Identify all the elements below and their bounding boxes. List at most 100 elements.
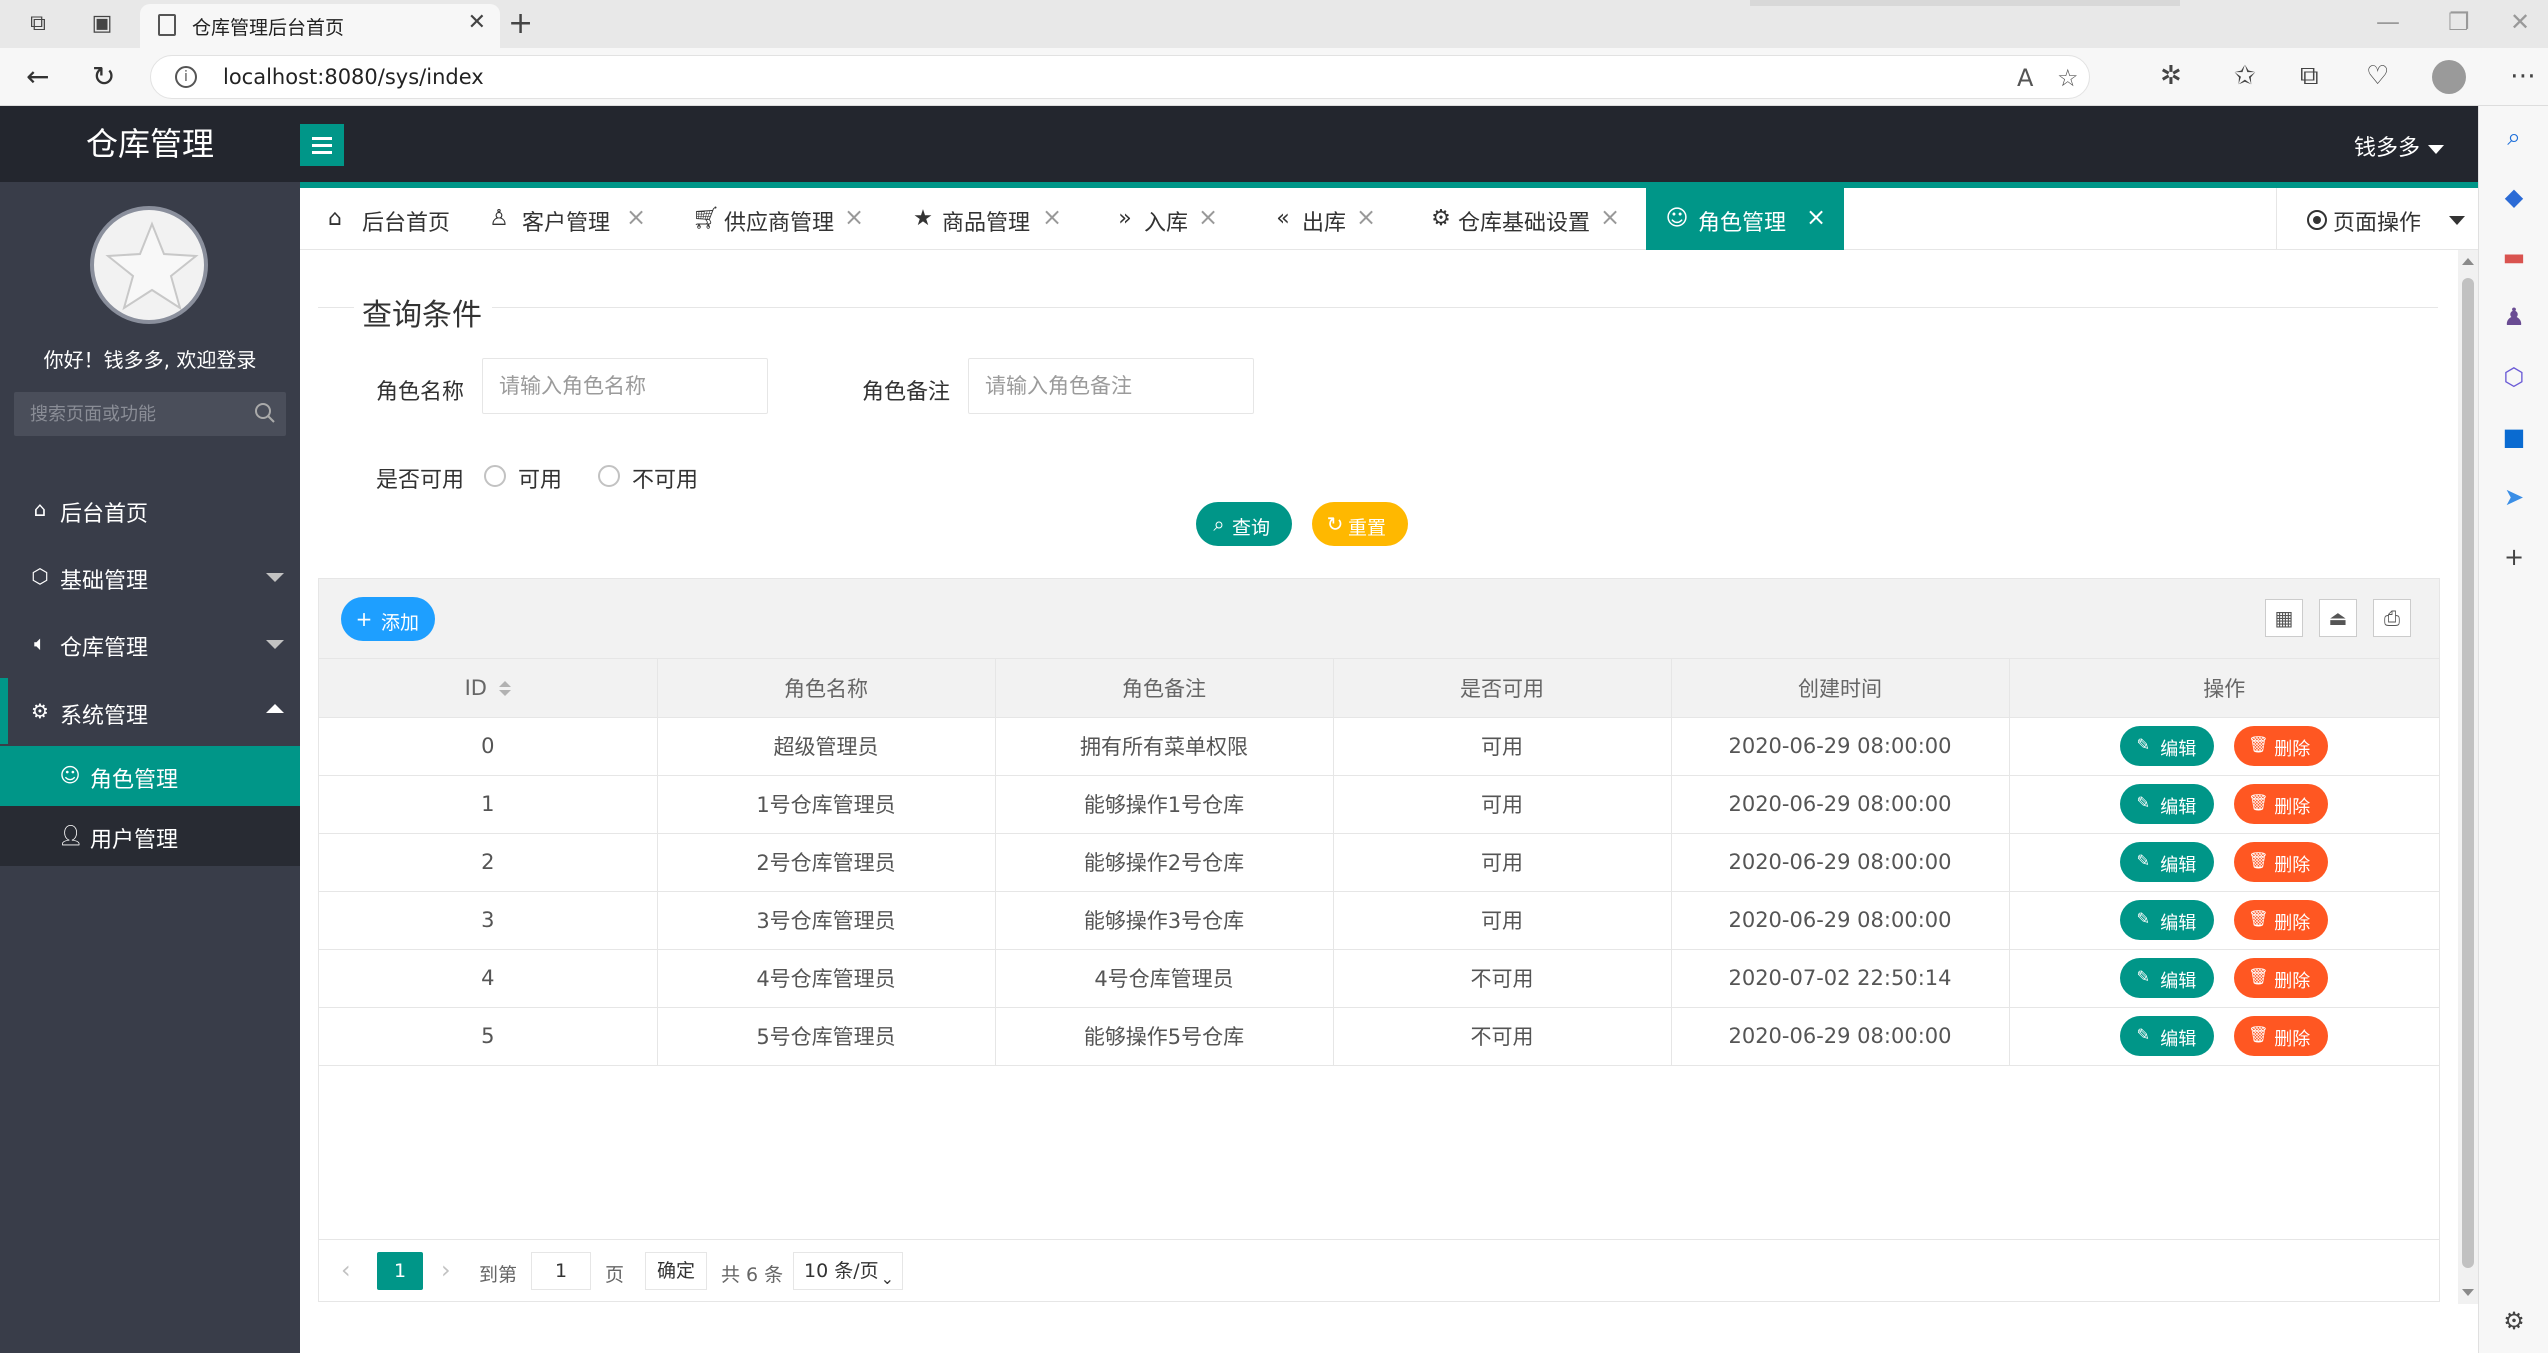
edit-button[interactable]: ✎ 编辑 [2120, 726, 2215, 766]
browser-tab[interactable]: 仓库管理后台首页 ✕ [140, 4, 500, 48]
search-icon[interactable]: ⌕ [2499, 122, 2529, 152]
close-icon[interactable]: × [626, 203, 646, 231]
sidebar-item-user[interactable]: 👤︎ 用户管理 [0, 806, 300, 866]
vertical-tabs-icon[interactable]: ▣ [88, 10, 116, 38]
delete-button[interactable]: 🗑︎ 删除 [2234, 784, 2329, 824]
delete-button[interactable]: 🗑︎ 删除 [2234, 726, 2329, 766]
content-scrollbar[interactable] [2458, 250, 2478, 1304]
add-sidebar-icon[interactable]: + [2499, 542, 2529, 572]
avatar[interactable] [90, 206, 208, 324]
sort-icon[interactable] [498, 680, 511, 697]
sidebar-item-label: 系统管理 [60, 704, 149, 729]
cell-id: 4 [319, 949, 658, 1008]
window-close-icon[interactable]: ✕ [2510, 8, 2530, 36]
delete-button[interactable]: 🗑︎ 删除 [2234, 842, 2329, 882]
tab-inbound[interactable]: » 入库 × [1108, 188, 1238, 250]
current-page[interactable]: 1 [377, 1252, 423, 1290]
sidebar-item-home[interactable]: ⌂ 后台首页 [0, 476, 300, 542]
tab-customer[interactable]: ♙ 客户管理 × [478, 188, 656, 250]
close-icon[interactable]: × [1806, 203, 1826, 231]
close-icon[interactable]: × [1356, 203, 1376, 231]
sidebar-item-role[interactable]: ☺ 角色管理 [0, 746, 300, 806]
per-page-select[interactable]: 10 条/页 ⌄ [793, 1252, 903, 1290]
send-icon[interactable]: ➤ [2499, 482, 2529, 512]
favorite-star-icon[interactable]: ☆ [2057, 64, 2079, 92]
scroll-down-icon[interactable] [2462, 1289, 2474, 1296]
tab-supplier[interactable]: 🛒︎ 供应商管理 × [688, 188, 888, 250]
menu-toggle-icon[interactable] [300, 124, 344, 166]
site-info-icon[interactable]: i [175, 66, 197, 88]
edit-button[interactable]: ✎ 编辑 [2120, 958, 2215, 998]
sidebar-search-input[interactable] [14, 392, 244, 436]
favorites-icon[interactable]: ✩ [2234, 61, 2256, 91]
cell-role-remark: 能够操作3号仓库 [995, 891, 1334, 950]
more-icon[interactable]: ⋯ [2510, 61, 2536, 91]
radio-available[interactable] [484, 465, 506, 487]
role-name-input[interactable] [482, 358, 768, 414]
maximize-icon[interactable]: ❐ [2448, 8, 2470, 36]
user-outline-icon: ♙ [489, 206, 509, 231]
cube-icon: ⬡ [31, 564, 49, 588]
people-icon[interactable]: ♟ [2499, 302, 2529, 332]
office-icon[interactable]: ⬡ [2499, 362, 2529, 392]
delete-button[interactable]: 🗑︎ 删除 [2234, 1016, 2329, 1056]
edit-button[interactable]: ✎ 编辑 [2120, 1016, 2215, 1056]
prev-page-icon[interactable]: ‹ [341, 1256, 351, 1284]
role-remark-input[interactable] [968, 358, 1254, 414]
tab-warehouse-settings[interactable]: ⚙ 仓库基础设置 × [1424, 188, 1634, 250]
close-icon[interactable]: × [1600, 203, 1620, 231]
columns-filter-icon[interactable]: ▦ [2265, 599, 2303, 637]
radio-unavailable[interactable] [598, 465, 620, 487]
settings-icon[interactable]: ⚙ [2499, 1306, 2529, 1336]
health-icon[interactable]: ♡ [2366, 61, 2389, 91]
browser-profile-avatar[interactable] [2432, 60, 2466, 94]
close-icon[interactable]: × [844, 203, 864, 231]
sidebar-item-basic[interactable]: ⬡ 基础管理 [0, 543, 300, 609]
add-button[interactable]: + 添加 [341, 597, 435, 641]
back-icon[interactable]: ← [26, 60, 49, 93]
edit-button[interactable]: ✎ 编辑 [2120, 842, 2215, 882]
workspaces-icon[interactable]: ⧉ [24, 10, 52, 38]
close-icon[interactable]: × [1042, 203, 1062, 231]
search-icon[interactable] [254, 402, 276, 424]
extensions-icon[interactable]: ✲ [2160, 61, 2182, 91]
next-page-icon[interactable]: › [441, 1256, 451, 1284]
goto-confirm-button[interactable]: 确定 [645, 1252, 707, 1290]
close-tab-icon[interactable]: ✕ [468, 10, 486, 35]
sidebar-item-system[interactable]: ⚙ 系统管理 [0, 678, 300, 744]
page-ops-dropdown[interactable]: 页面操作 [2276, 188, 2478, 250]
export-icon[interactable]: ⏏ [2319, 599, 2357, 637]
tab-role[interactable]: ☺ 角色管理 × [1646, 188, 1844, 250]
tab-goods[interactable]: ★ 商品管理 × [908, 188, 1078, 250]
scroll-thumb[interactable] [2462, 278, 2474, 1268]
scroll-up-icon[interactable] [2462, 258, 2474, 265]
edit-button[interactable]: ✎ 编辑 [2120, 784, 2215, 824]
cell-status: 可用 [1333, 775, 1672, 834]
collections-icon[interactable]: ⧉ [2300, 61, 2319, 92]
tab-outbound[interactable]: « 出库 × [1266, 188, 1396, 250]
tab-home[interactable]: ⌂ 后台首页 [300, 188, 450, 250]
goto-page-input[interactable] [531, 1252, 591, 1290]
toolbox-icon[interactable]: ▬ [2499, 242, 2529, 272]
outlook-icon[interactable]: ■ [2499, 422, 2529, 452]
edit-button[interactable]: ✎ 编辑 [2120, 900, 2215, 940]
print-icon[interactable]: ⎙ [2373, 599, 2411, 637]
refresh-icon[interactable]: ↻ [92, 60, 115, 93]
col-id[interactable]: ID [319, 659, 658, 718]
new-tab-icon[interactable]: + [508, 6, 533, 41]
app-logo[interactable]: 仓库管理 [0, 106, 300, 182]
delete-button[interactable]: 🗑︎ 删除 [2234, 958, 2329, 998]
url-field[interactable]: i localhost:8080/sys/index A ☆ [150, 55, 2090, 99]
trash-icon: 🗑︎ [2248, 909, 2269, 928]
col-id-label: ID [464, 675, 487, 700]
minimize-icon[interactable]: — [2376, 8, 2400, 36]
close-icon[interactable]: × [1198, 203, 1218, 231]
read-aloud-icon[interactable]: A [2017, 64, 2033, 92]
app-sidebar: 仓库管理 你好！钱多多, 欢迎登录 ⌂ 后台首页 ⬡ 基础管理 🔈︎ 仓库管理 … [0, 106, 300, 1353]
shopping-tag-icon[interactable]: ◆ [2499, 182, 2529, 212]
reset-button[interactable]: ↻ 重置 [1312, 502, 1408, 546]
delete-button[interactable]: 🗑︎ 删除 [2234, 900, 2329, 940]
user-menu[interactable]: 钱多多 [2354, 130, 2444, 162]
search-button[interactable]: ⌕ 查询 [1196, 502, 1292, 546]
sidebar-item-warehouse[interactable]: 🔈︎ 仓库管理 [0, 610, 300, 676]
